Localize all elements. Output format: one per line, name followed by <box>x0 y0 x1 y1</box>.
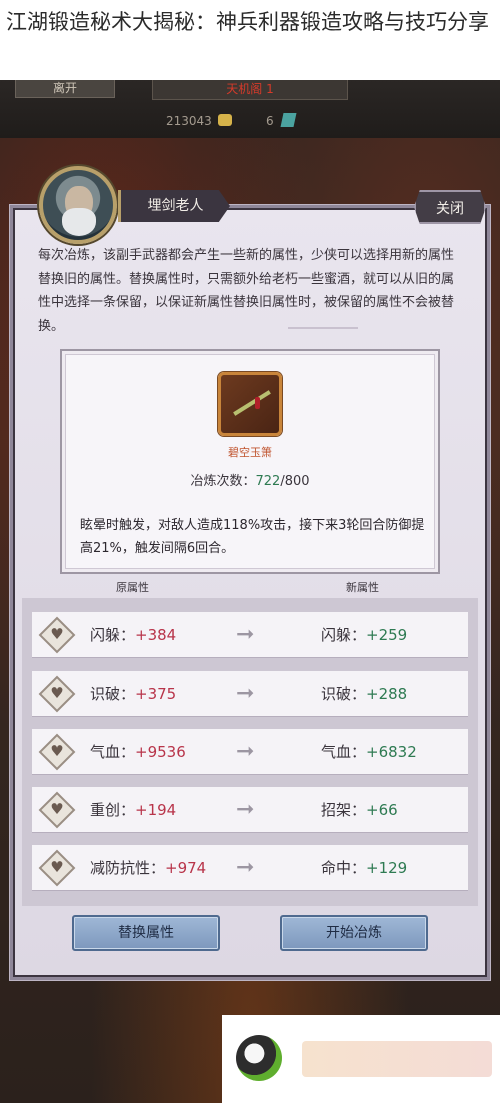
new-attribute-value: +129 <box>366 859 408 877</box>
old-attribute: 重创：+194 <box>90 787 176 833</box>
new-attribute: 命中：+129 <box>321 845 407 891</box>
old-attribute-value: +194 <box>135 801 177 819</box>
divider <box>288 327 358 329</box>
old-attribute-name: 闪躲： <box>90 626 136 644</box>
old-attribute-name: 重创： <box>90 801 136 819</box>
old-attribute: 气血：+9536 <box>90 729 186 775</box>
old-attributes-label: 原属性 <box>116 581 149 594</box>
old-attribute-value: +974 <box>165 859 207 877</box>
old-attribute: 识破：+375 <box>90 671 176 717</box>
new-attribute-value: +6832 <box>366 743 417 761</box>
gold-amount: 213043 <box>166 114 212 128</box>
new-attribute-name: 命中： <box>321 859 367 877</box>
attribute-row[interactable]: ♥ 重创：+194 ➞ 招架：+66 <box>32 787 468 833</box>
gem-amount: 6 <box>266 114 274 128</box>
attribute-row[interactable]: ♥ 识破：+375 ➞ 识破：+288 <box>32 671 468 717</box>
weapon-icon[interactable] <box>218 372 282 436</box>
currency-bar: 213043 6 <box>0 110 500 132</box>
replace-attributes-button[interactable]: 替换属性 <box>72 915 220 951</box>
npc-name-plate: 埋剑老人 <box>118 190 230 222</box>
attribute-row[interactable]: ♥ 减防抗性：+974 ➞ 命中：+129 <box>32 845 468 891</box>
right-arrow-icon: ➞ <box>236 855 255 880</box>
heart-icon: ♥ <box>50 800 64 818</box>
old-attribute: 闪躲：+384 <box>90 612 176 658</box>
right-arrow-icon: ➞ <box>236 622 255 647</box>
heart-icon: ♥ <box>50 858 64 876</box>
old-attribute: 减防抗性：+974 <box>90 845 206 891</box>
start-refine-button[interactable]: 开始冶炼 <box>280 915 428 951</box>
refine-max: /800 <box>280 474 310 489</box>
weapon-effect: 眩晕时触发，对敌人造成118%攻击，接下来3轮回合防御提高21%，触发间隔6回合… <box>80 518 425 556</box>
watermark-logo-icon <box>236 1035 282 1081</box>
old-attribute-name: 减防抗性： <box>90 859 166 877</box>
watermark-banner <box>302 1041 492 1077</box>
description-text: 每次冶炼，该副手武器都会产生一些新的属性，少侠可以选择用新的属性替换旧的属性。替… <box>38 248 455 334</box>
refine-current: 722 <box>255 474 281 489</box>
right-arrow-icon: ➞ <box>236 681 255 706</box>
npc-avatar <box>39 166 117 244</box>
new-attribute-name: 招架： <box>321 801 367 819</box>
refine-label: 冶炼次数： <box>190 474 256 489</box>
new-attribute-value: +259 <box>366 626 408 644</box>
gem-icon <box>280 113 297 127</box>
location-tab[interactable]: 天机阁 1 <box>152 80 348 100</box>
article-title: 江湖锻造秘术大揭秘：神兵利器锻造攻略与技巧分享 <box>0 0 500 80</box>
new-attribute: 气血：+6832 <box>321 729 417 775</box>
right-arrow-icon: ➞ <box>236 739 255 764</box>
gold-icon <box>218 114 232 126</box>
new-attribute-name: 气血： <box>321 743 367 761</box>
new-attribute: 招架：+66 <box>321 787 398 833</box>
npc-beard <box>62 208 96 236</box>
old-attribute-value: +9536 <box>135 743 186 761</box>
right-arrow-icon: ➞ <box>236 797 255 822</box>
old-attribute-name: 气血： <box>90 743 136 761</box>
new-attribute-name: 识破： <box>321 685 367 703</box>
heart-icon: ♥ <box>50 684 64 702</box>
new-attributes-label: 新属性 <box>346 581 379 594</box>
attribute-row[interactable]: ♥ 气血：+9536 ➞ 气血：+6832 <box>32 729 468 775</box>
heart-icon: ♥ <box>50 625 64 643</box>
tassel-icon <box>255 397 260 409</box>
leave-tab[interactable]: 离开 <box>15 80 115 98</box>
weapon-name: 碧空玉箫 <box>228 446 272 459</box>
new-attribute: 识破：+288 <box>321 671 407 717</box>
flute-icon <box>233 390 271 416</box>
old-attribute-name: 识破： <box>90 685 136 703</box>
close-button[interactable]: 关闭 <box>414 190 486 224</box>
new-attribute-name: 闪躲： <box>321 626 367 644</box>
watermark <box>222 1015 500 1103</box>
new-attribute-value: +66 <box>366 801 398 819</box>
top-bar: 离开 天机阁 1 213043 6 <box>0 80 500 138</box>
refine-count: 冶炼次数：722/800 <box>160 470 340 489</box>
heart-icon: ♥ <box>50 742 64 760</box>
attribute-row[interactable]: ♥ 闪躲：+384 ➞ 闪躲：+259 <box>32 612 468 658</box>
new-attribute-value: +288 <box>366 685 408 703</box>
new-attribute: 闪躲：+259 <box>321 612 407 658</box>
old-attribute-value: +375 <box>135 685 177 703</box>
old-attribute-value: +384 <box>135 626 177 644</box>
